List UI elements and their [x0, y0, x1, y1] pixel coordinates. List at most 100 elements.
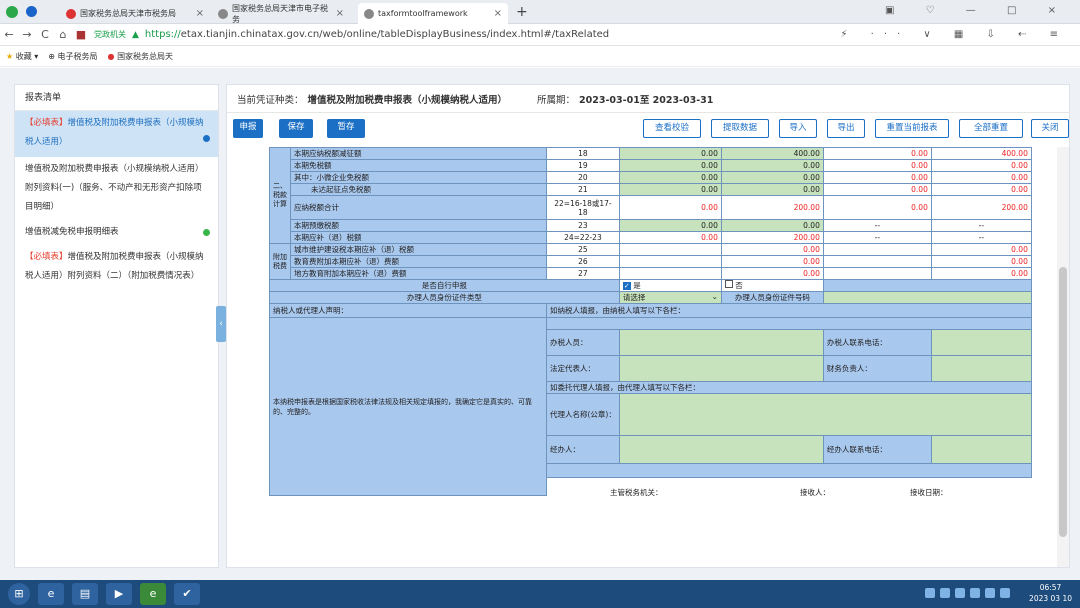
browser-menu-icons[interactable]: ⚡ ··· ∨ ▦ ⇩ ⇠ ≡	[840, 29, 1068, 40]
window-controls[interactable]: ▣ ♡ — □ ×	[885, 5, 1070, 16]
checkbox-icon[interactable]	[724, 280, 733, 288]
sidebar-item-schedule-1[interactable]: 增值税及附加税费申报表（小规模纳税人适用）附列资料(一)（服务、不动产和无形资产…	[15, 157, 218, 220]
tray-icon[interactable]	[1000, 588, 1010, 598]
close-icon[interactable]: ×	[196, 8, 204, 19]
close-icon[interactable]: ×	[336, 8, 344, 19]
start-button[interactable]: ⊞	[8, 583, 30, 605]
handler-input[interactable]	[618, 329, 824, 356]
favorites-menu[interactable]: ★ 收藏 ▾	[6, 51, 38, 62]
value-cell[interactable]: 200.00	[720, 231, 824, 244]
checkbox-checked-icon[interactable]: ✓	[622, 282, 631, 290]
media-player-icon[interactable]: ▶	[106, 583, 132, 605]
legal-rep-input[interactable]	[618, 355, 824, 382]
value-cell[interactable]: 0.00	[618, 219, 722, 232]
tray-icon[interactable]	[940, 588, 950, 598]
vertical-scrollbar[interactable]	[1057, 147, 1069, 567]
value-cell[interactable]: 0.00	[618, 147, 722, 160]
close-icon[interactable]: ×	[494, 8, 502, 19]
value-cell[interactable]: 0.00	[720, 267, 824, 280]
clock[interactable]: 06:57 2023 03 10	[1029, 582, 1072, 604]
fetch-data-button[interactable]: 提取数据	[711, 119, 769, 138]
reload-icon[interactable]: C	[36, 28, 54, 41]
sidebar-item-tax-reduction[interactable]: 增值税减免税申报明细表	[15, 220, 218, 245]
value-cell[interactable]: 0.00	[618, 231, 722, 244]
value-cell[interactable]: 0.00	[930, 183, 1032, 196]
tray-icon[interactable]	[925, 588, 935, 598]
value-cell[interactable]: 0.00	[930, 159, 1032, 172]
import-button[interactable]: 导入	[779, 119, 817, 138]
close-button[interactable]: 关闭	[1031, 119, 1069, 138]
value-cell[interactable]: 0.00	[720, 171, 824, 184]
tab-2[interactable]: 国家税务总局天津市电子税务 ×	[212, 3, 350, 24]
shield-icon[interactable]	[26, 6, 37, 17]
ie-icon[interactable]: e	[38, 583, 64, 605]
value-cell[interactable]: --	[930, 219, 1032, 232]
self-declare-no[interactable]: 否	[720, 279, 824, 292]
home-icon[interactable]: ⌂	[54, 28, 72, 41]
folder-icon[interactable]: ▤	[72, 583, 98, 605]
value-cell[interactable]: 200.00	[720, 195, 824, 220]
sidebar-item-schedule-2[interactable]: 【必填表】增值税及附加税费申报表（小规模纳税人适用）附列资料（二）（附加税费情况…	[15, 245, 218, 289]
check-button[interactable]: 查看校验	[643, 119, 701, 138]
value-cell[interactable]: 0.00	[822, 159, 932, 172]
value-cell[interactable]: 0.00	[930, 255, 1032, 268]
reset-all-button[interactable]: 全部重置	[959, 119, 1023, 138]
scrollbar-thumb[interactable]	[1059, 267, 1067, 537]
back-icon[interactable]: ←	[0, 28, 18, 41]
save-button[interactable]: 保存	[279, 119, 313, 138]
handler-phone-input[interactable]	[930, 329, 1032, 356]
value-cell[interactable]: 0.00	[720, 243, 824, 256]
value-cell[interactable]: --	[930, 231, 1032, 244]
operator-phone-input[interactable]	[930, 435, 1032, 464]
value-cell[interactable]: 0.00	[618, 183, 722, 196]
system-tray[interactable]	[925, 588, 1010, 598]
value-cell[interactable]: 400.00	[930, 147, 1032, 160]
tab-1[interactable]: 国家税务总局天津市税务局 ×	[60, 3, 210, 24]
value-cell[interactable]: 0.00	[822, 147, 932, 160]
value-cell[interactable]: 0.00	[822, 183, 932, 196]
value-cell[interactable]: 0.00	[720, 255, 824, 268]
value-cell[interactable]: 400.00	[720, 147, 824, 160]
operator-input[interactable]	[618, 435, 824, 464]
collapse-sidebar-button[interactable]: ‹	[216, 306, 226, 342]
sidebar-item-main-return[interactable]: 【必填表】增值税及附加税费申报表（小规模纳税人适用）	[15, 111, 218, 157]
value-cell[interactable]: 0.00	[930, 267, 1032, 280]
temp-save-button[interactable]: 暂存	[327, 119, 365, 138]
browser-logo-icon[interactable]	[6, 6, 18, 18]
browser-icon[interactable]: e	[140, 583, 166, 605]
declare-button[interactable]: 申报	[233, 119, 263, 138]
export-button[interactable]: 导出	[827, 119, 865, 138]
value-cell[interactable]: --	[822, 231, 932, 244]
bag-icon[interactable]: ■	[72, 28, 90, 41]
value-cell[interactable]: 0.00	[930, 243, 1032, 256]
forward-icon[interactable]: →	[18, 28, 36, 41]
value-cell[interactable]: 0.00	[930, 171, 1032, 184]
form-scroll-area[interactable]: 二、税款计算 本期应纳税额减征额 18 0.00 400.00 0.00 400.00 本期免…	[227, 147, 1069, 567]
new-tab-icon[interactable]: +	[516, 4, 528, 20]
agent-name-input[interactable]	[618, 393, 1032, 436]
value-cell[interactable]: 0.00	[618, 159, 722, 172]
tab-3-active[interactable]: taxformtoolframework ×	[358, 3, 508, 24]
url-input[interactable]: https://etax.tianjin.chinatax.gov.cn/web…	[145, 29, 609, 40]
finance-input[interactable]	[930, 355, 1032, 382]
value-cell[interactable]: 0.00	[618, 195, 722, 220]
value-cell[interactable]: 0.00	[720, 159, 824, 172]
value-cell[interactable]: 0.00	[720, 183, 824, 196]
value-cell[interactable]: 0.00	[822, 171, 932, 184]
id-no-input[interactable]	[822, 291, 1032, 304]
value-cell[interactable]: --	[822, 219, 932, 232]
value-cell[interactable]: 0.00	[822, 195, 932, 220]
tray-icon[interactable]	[955, 588, 965, 598]
value-cell[interactable]: 0.00	[618, 171, 722, 184]
app-icon[interactable]: ✔	[174, 583, 200, 605]
bookmark-1[interactable]: ⊕ 电子税务局	[48, 51, 97, 62]
tray-icon[interactable]	[985, 588, 995, 598]
bookmark-2[interactable]: ● 国家税务总局天	[108, 51, 174, 62]
tray-icon[interactable]	[970, 588, 980, 598]
chevron-down-icon[interactable]: ⌄	[712, 293, 718, 302]
self-declare-yes[interactable]: ✓ 是	[618, 279, 722, 292]
id-type-select[interactable]: 请选择 ⌄	[618, 291, 722, 304]
value-cell[interactable]: 200.00	[930, 195, 1032, 220]
value-cell[interactable]: 0.00	[720, 219, 824, 232]
reset-current-button[interactable]: 重置当前报表	[875, 119, 949, 138]
